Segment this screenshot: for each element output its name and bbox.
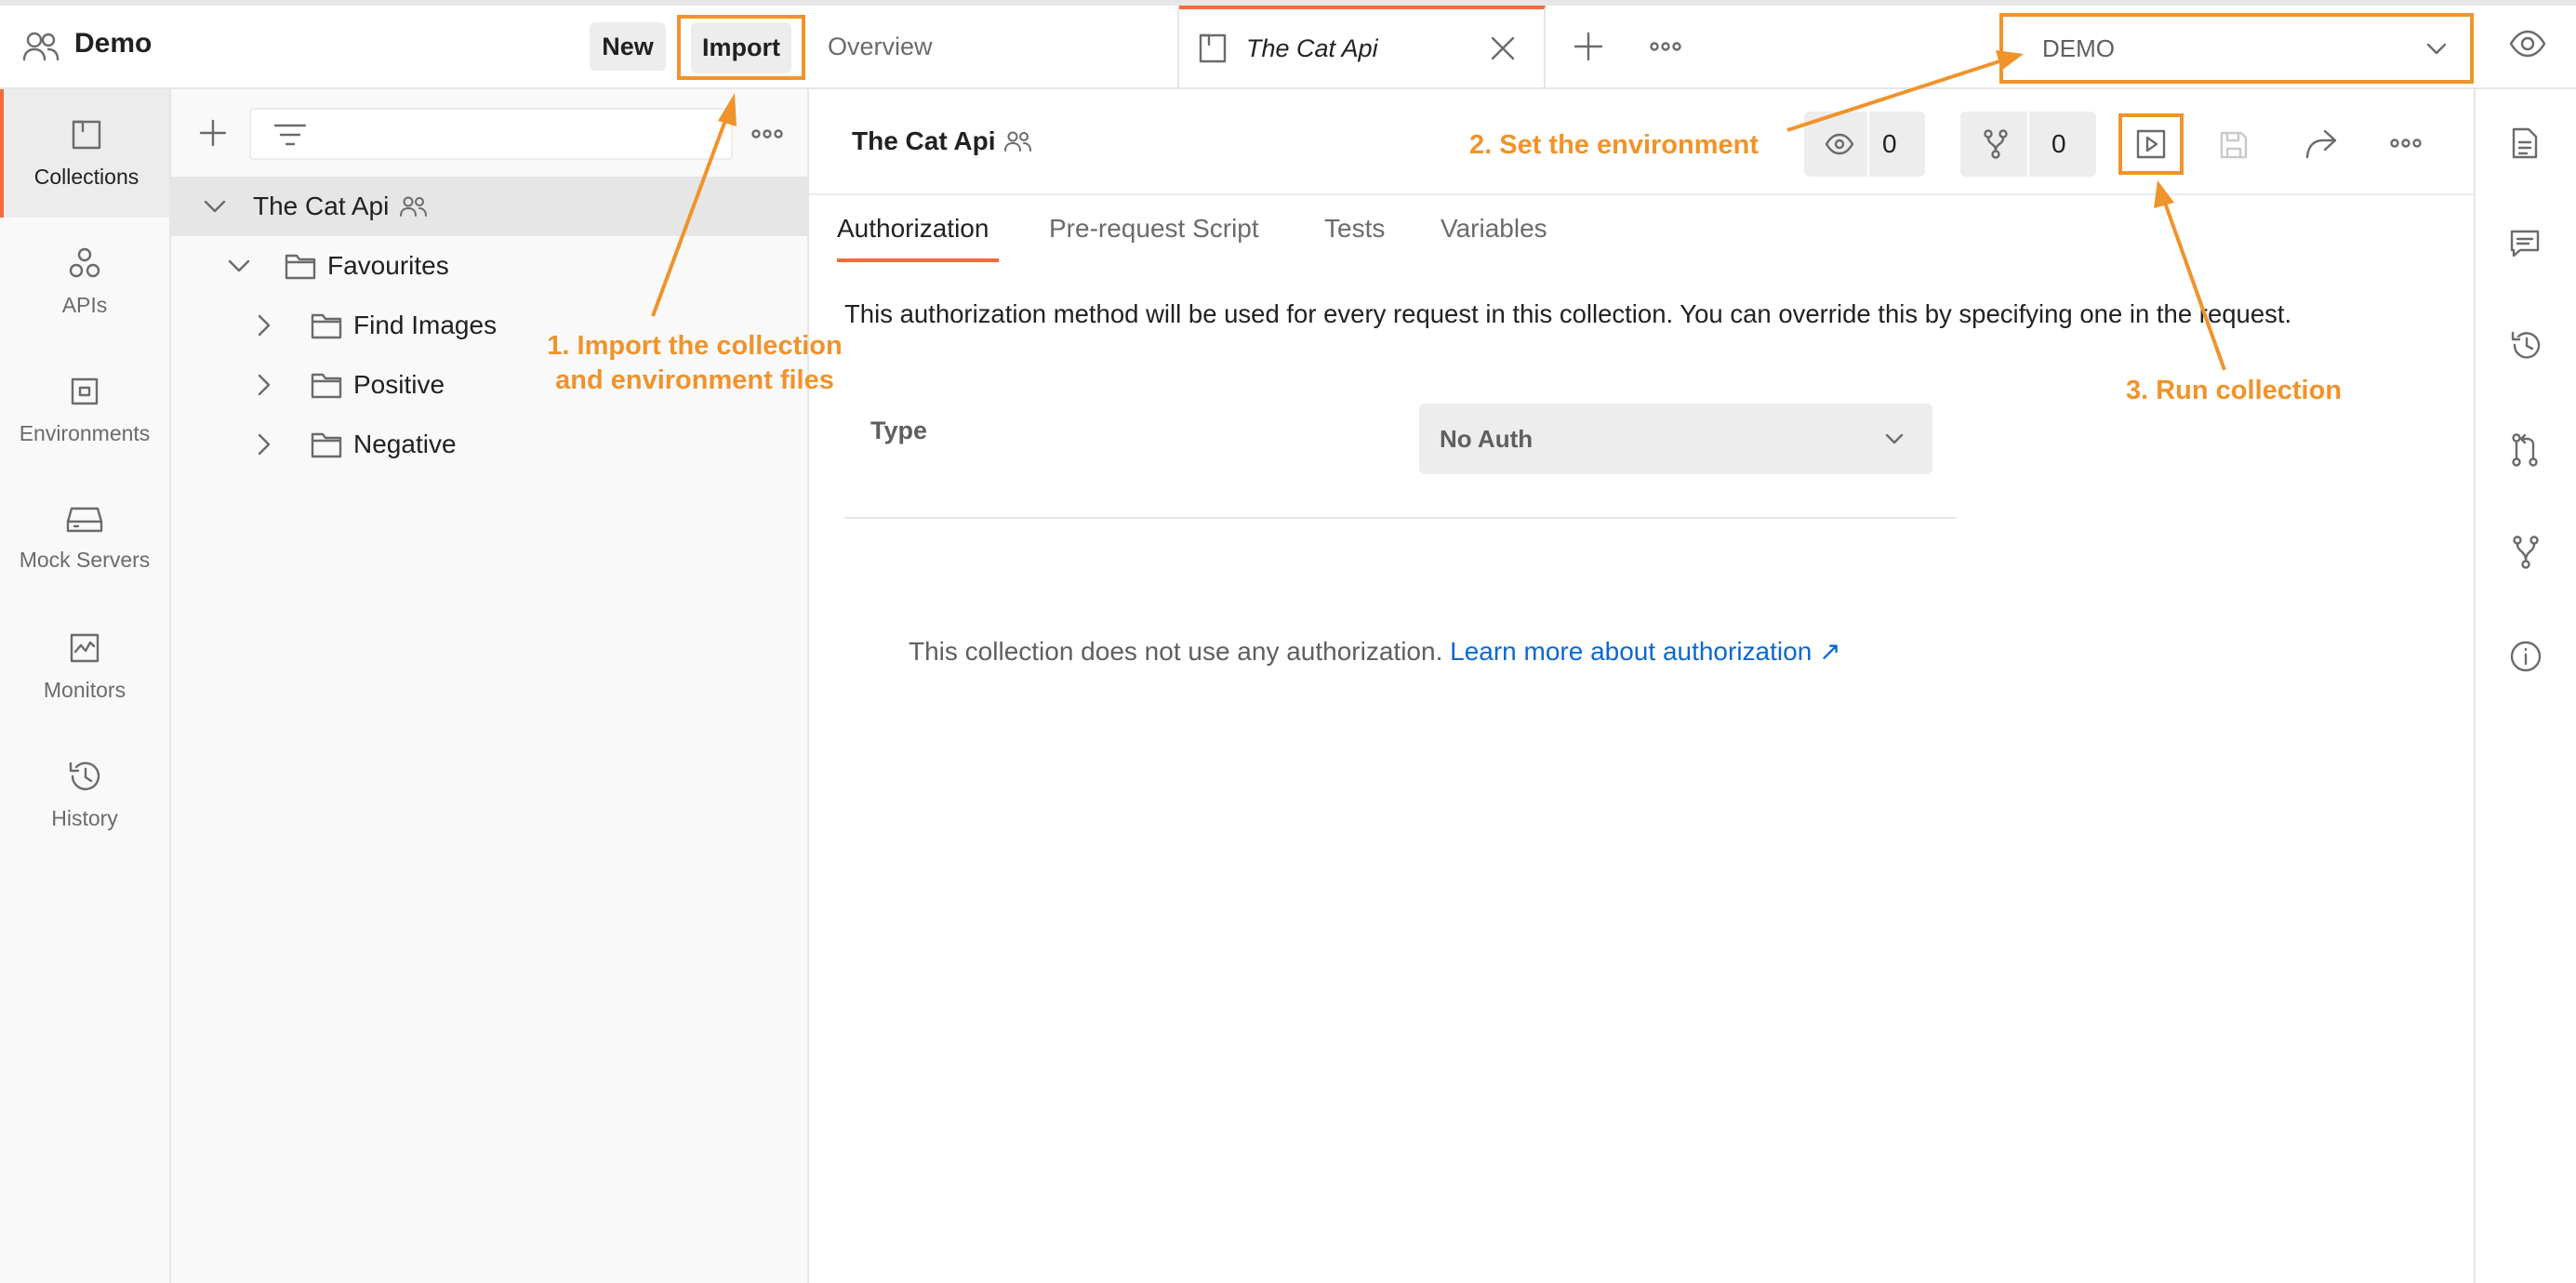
annotation-arrows	[651, 50, 2226, 371]
annotation-step-1-line-2: and environment files	[555, 365, 834, 395]
annotation-step-1-line-1: 1. Import the collection	[547, 331, 843, 361]
annotation-step-3: 3. Run collection	[2126, 376, 2343, 405]
annotation-step-2: 2. Set the environment	[1469, 130, 1759, 160]
annotation-step-1: 1. Import the collection and environment…	[543, 331, 846, 396]
